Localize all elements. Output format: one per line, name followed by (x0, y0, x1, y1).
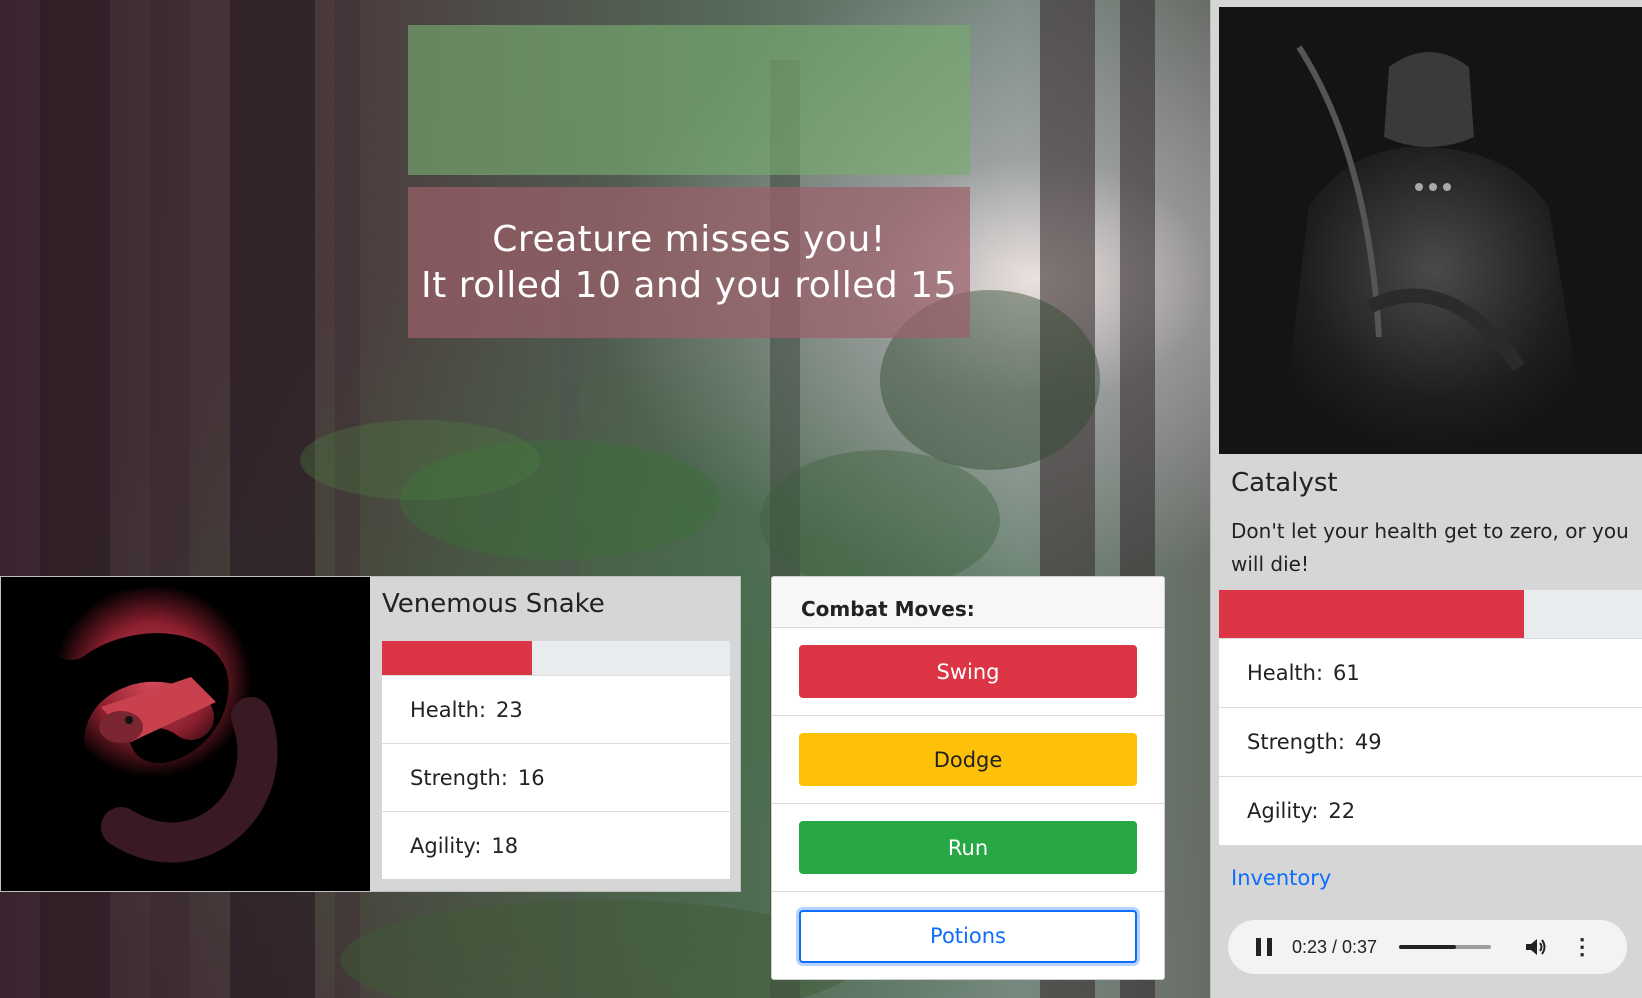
combat-moves-panel: Combat Moves: Swing Dodge Run Potions (771, 576, 1165, 980)
player-portrait (1219, 7, 1642, 454)
combat-message-line-2: It rolled 10 and you rolled 15 (421, 264, 957, 306)
player-name: Catalyst (1231, 468, 1338, 498)
enemy-portrait (1, 577, 370, 891)
stat-label: Health: (410, 697, 487, 722)
combat-move-row: Swing (772, 628, 1164, 716)
enemy-card: Venemous Snake Health: 23 Strength: 16 A… (0, 576, 741, 892)
player-health-bar (1219, 590, 1642, 638)
audio-time: 0:23 / 0:37 (1292, 936, 1378, 957)
combat-message-line-1: Creature misses you! (492, 218, 886, 260)
player-health-bar-fill (1219, 590, 1525, 638)
warrior-image (1279, 45, 1589, 454)
dodge-button[interactable]: Dodge (799, 733, 1137, 786)
enemy-stat-strength: Strength: 16 (382, 743, 730, 811)
audio-progress-slider[interactable] (1399, 945, 1492, 949)
stat-value: 61 (1333, 661, 1360, 685)
pause-icon[interactable] (1256, 938, 1272, 956)
enemy-name: Venemous Snake (382, 589, 605, 619)
stat-label: Agility: (1247, 799, 1319, 823)
combat-move-row: Run (772, 804, 1164, 892)
stat-value: 23 (496, 697, 523, 722)
stat-label: Agility: (410, 833, 482, 858)
player-stat-strength: Strength: 49 (1219, 707, 1642, 776)
stat-value: 16 (517, 765, 545, 790)
more-options-icon[interactable]: ⋮ (1571, 936, 1593, 958)
combat-move-row: Dodge (772, 716, 1164, 804)
stat-value: 18 (491, 833, 519, 858)
stat-value: 22 (1328, 799, 1356, 823)
enemy-stat-agility: Agility: 18 (382, 811, 730, 879)
audio-progress-fill (1399, 945, 1457, 949)
stat-label: Strength: (410, 765, 508, 790)
player-stat-agility: Agility: 22 (1219, 776, 1642, 845)
audio-player: 0:23 / 0:37 ⋮ (1228, 920, 1627, 974)
enemy-stats: Health: 23 Strength: 16 Agility: 18 (382, 675, 730, 879)
player-description: Don't let your health get to zero, or yo… (1231, 519, 1629, 576)
snake-image (48, 587, 278, 863)
run-button[interactable]: Run (799, 821, 1137, 874)
enemy-health-bar-fill (382, 641, 532, 675)
player-stat-health: Health: 61 (1219, 638, 1642, 707)
combat-message-banner: Creature misses you! It rolled 10 and yo… (408, 187, 970, 338)
combat-moves-title: Combat Moves: (772, 577, 1164, 628)
stat-value: 49 (1354, 730, 1382, 754)
inventory-link[interactable]: Inventory (1231, 866, 1331, 890)
volume-icon[interactable] (1525, 937, 1547, 957)
player-stats: Health: 61 Strength: 49 Agility: 22 (1219, 638, 1642, 845)
stat-label: Health: (1247, 661, 1324, 685)
player-card: Catalyst Don't let your health get to ze… (1210, 0, 1642, 998)
swing-button[interactable]: Swing (799, 645, 1137, 698)
stat-label: Strength: (1247, 730, 1345, 754)
combat-move-row: Potions (772, 892, 1164, 980)
message-banner-top (408, 25, 970, 175)
enemy-stat-health: Health: 23 (382, 675, 730, 743)
potions-button[interactable]: Potions (799, 909, 1137, 963)
enemy-health-bar (382, 641, 730, 675)
